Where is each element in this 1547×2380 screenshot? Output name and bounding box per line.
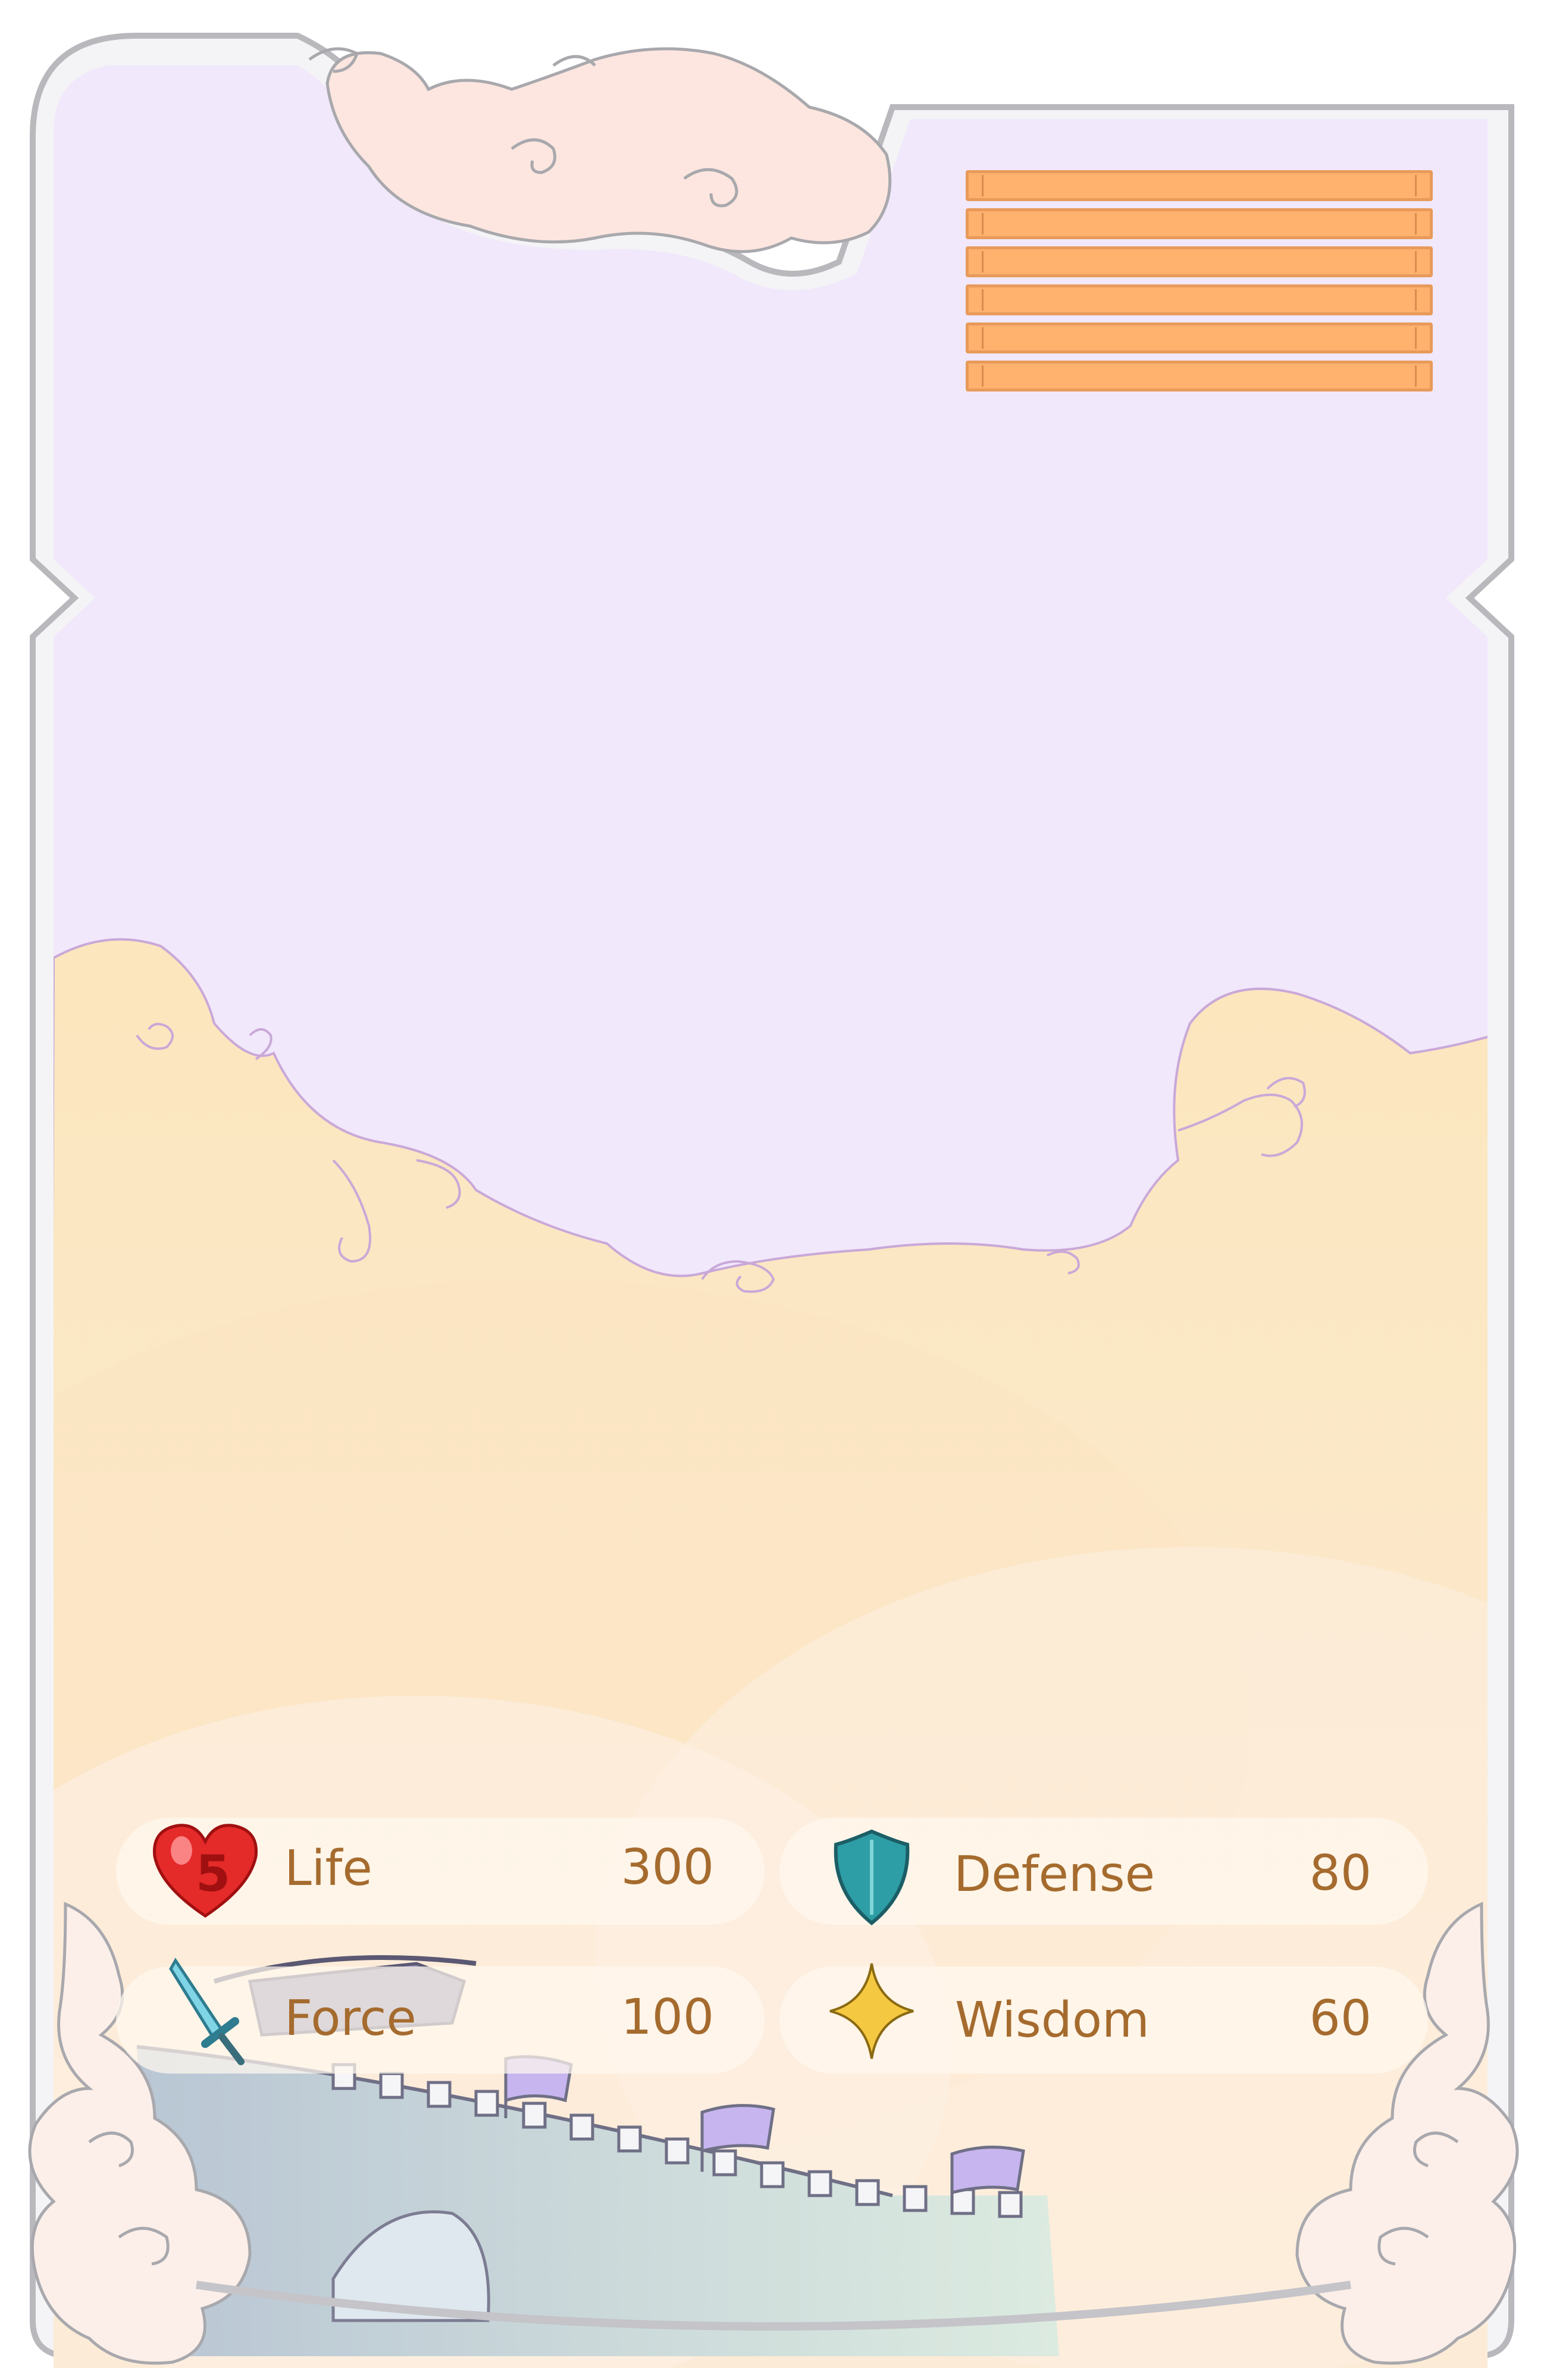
life-value: 300 [621, 1839, 714, 1896]
name-plank [966, 208, 1433, 239]
heart-badge: 5 [196, 1844, 230, 1903]
wisdom-label: Wisdom [955, 1992, 1150, 2049]
sparkle-star-icon [829, 1963, 914, 2059]
wisdom-value: 60 [1309, 1990, 1371, 2047]
name-plank [966, 284, 1433, 315]
defense-label: Defense [954, 1846, 1155, 1903]
shield-icon [834, 1829, 910, 1925]
name-plate [966, 170, 1433, 399]
life-label: Life [284, 1840, 372, 1897]
defense-value: 80 [1309, 1845, 1371, 1902]
name-plank [966, 361, 1433, 392]
force-value: 100 [621, 1989, 714, 2046]
name-plank [966, 246, 1433, 277]
force-label: Force [284, 1990, 416, 2047]
sword-icon [169, 1958, 245, 2065]
name-plank [966, 170, 1433, 201]
name-plank [966, 322, 1433, 353]
heart-icon: 5 [153, 1824, 258, 1918]
